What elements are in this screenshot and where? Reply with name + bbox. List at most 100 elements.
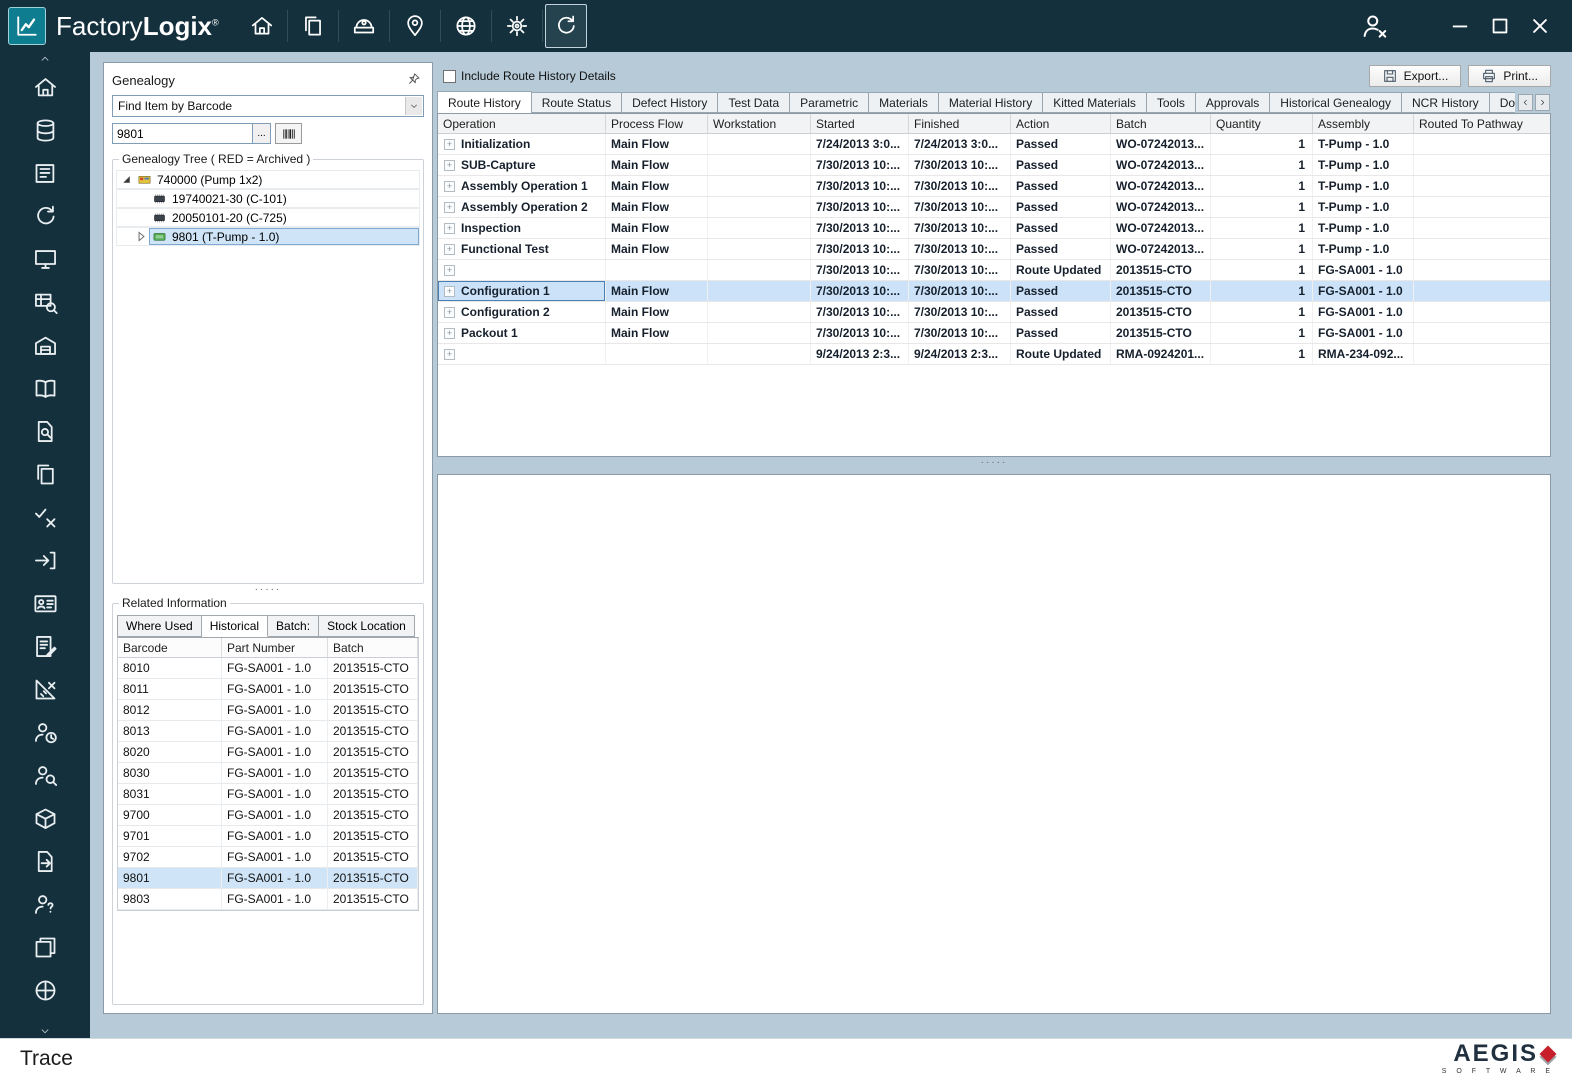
tab-approvals[interactable]: Approvals	[1196, 92, 1270, 113]
expander-collapsed-icon[interactable]	[135, 230, 148, 243]
rail-copy-pages-button[interactable]	[0, 453, 90, 496]
table-row[interactable]: +Assembly Operation 1Main Flow7/30/2013 …	[438, 176, 1550, 197]
rail-monitor-button[interactable]	[0, 238, 90, 281]
tab-defect-history[interactable]: Defect History	[622, 92, 718, 113]
expander-expanded-icon[interactable]	[120, 173, 133, 186]
titlebar-maximize-button[interactable]	[1480, 4, 1520, 48]
expand-icon[interactable]: +	[444, 349, 455, 360]
tab-route-status[interactable]: Route Status	[532, 92, 622, 113]
titlebar-minimize-button[interactable]	[1440, 4, 1480, 48]
export-button[interactable]: Export...	[1369, 65, 1462, 87]
rail-verify-button[interactable]	[0, 496, 90, 539]
rail-document-export-button[interactable]	[0, 840, 90, 883]
rail-materials-button[interactable]	[0, 109, 90, 152]
rail-book-button[interactable]	[0, 367, 90, 410]
rail-user-question-button[interactable]	[0, 883, 90, 926]
tab-documents[interactable]: Documents	[1490, 92, 1515, 113]
table-row[interactable]: +InspectionMain Flow7/30/2013 10:...7/30…	[438, 218, 1550, 239]
tree-item[interactable]: 9801 (T-Pump - 1.0)	[116, 227, 420, 246]
tab-scroll-left-button[interactable]	[1518, 94, 1533, 111]
rail-warehouse-button[interactable]	[0, 324, 90, 367]
tab-historical[interactable]: Historical	[202, 615, 268, 637]
tab-tools[interactable]: Tools	[1147, 92, 1196, 113]
table-row[interactable]: +SUB-CaptureMain Flow7/30/2013 10:...7/3…	[438, 155, 1550, 176]
grid-splitter[interactable]: ·····	[437, 457, 1551, 471]
expand-icon[interactable]: +	[444, 160, 455, 171]
genealogy-splitter[interactable]: ·····	[112, 584, 424, 596]
tab-scroll-right-button[interactable]	[1535, 94, 1550, 111]
rail-design-button[interactable]	[0, 152, 90, 195]
expand-icon[interactable]: +	[444, 181, 455, 192]
include-route-history-details-checkbox[interactable]	[443, 70, 456, 83]
rail-data-search-button[interactable]	[0, 281, 90, 324]
column-header-finished[interactable]: Finished	[909, 114, 1011, 133]
column-header-started[interactable]: Started	[811, 114, 909, 133]
column-header-operation[interactable]: Operation	[438, 114, 606, 133]
home-button[interactable]	[239, 5, 285, 47]
column-header-action[interactable]: Action	[1011, 114, 1111, 133]
column-header-assembly[interactable]: Assembly	[1313, 114, 1414, 133]
related-table-row[interactable]: 8031FG-SA001 - 1.02013515-CTO	[118, 784, 418, 805]
tab-test-data[interactable]: Test Data	[718, 92, 790, 113]
table-row[interactable]: +9/24/2013 2:3...9/24/2013 2:3...Route U…	[438, 344, 1550, 365]
related-table-row[interactable]: 9700FG-SA001 - 1.02013515-CTO	[118, 805, 418, 826]
table-row[interactable]: +Functional TestMain Flow7/30/2013 10:..…	[438, 239, 1550, 260]
browse-button[interactable]: ...	[252, 123, 271, 144]
titlebar-user-logout-button[interactable]	[1354, 4, 1394, 48]
related-table-row[interactable]: 8020FG-SA001 - 1.02013515-CTO	[118, 742, 418, 763]
related-table-row[interactable]: 9702FG-SA001 - 1.02013515-CTO	[118, 847, 418, 868]
table-row[interactable]: +InitializationMain Flow7/24/2013 3:0...…	[438, 134, 1550, 155]
table-row[interactable]: +Assembly Operation 2Main Flow7/30/2013 …	[438, 197, 1550, 218]
expand-icon[interactable]: +	[444, 244, 455, 255]
column-header-barcode[interactable]: Barcode	[118, 638, 222, 657]
tab-route-history[interactable]: Route History	[437, 91, 532, 113]
table-row[interactable]: +Packout 1Main Flow7/30/2013 10:...7/30/…	[438, 323, 1550, 344]
table-row[interactable]: +Configuration 2Main Flow7/30/2013 10:..…	[438, 302, 1550, 323]
column-header-quantity[interactable]: Quantity	[1211, 114, 1313, 133]
tab-stock-location[interactable]: Stock Location	[319, 615, 415, 637]
rail-id-card-button[interactable]	[0, 582, 90, 625]
rail-document-search-button[interactable]	[0, 410, 90, 453]
related-table-row[interactable]: 8012FG-SA001 - 1.02013515-CTO	[118, 700, 418, 721]
table-row[interactable]: +Configuration 1Main Flow7/30/2013 10:..…	[438, 281, 1550, 302]
pin-button[interactable]	[404, 70, 424, 90]
rail-measure-remove-button[interactable]	[0, 668, 90, 711]
machine-button[interactable]	[341, 5, 387, 47]
column-header-process-flow[interactable]: Process Flow	[606, 114, 708, 133]
rail-scroll-up-button[interactable]	[0, 52, 90, 66]
documents-button[interactable]	[290, 5, 336, 47]
tab-batch[interactable]: Batch:	[268, 615, 319, 637]
rail-scroll-down-button[interactable]	[0, 1024, 90, 1038]
related-table-row[interactable]: 9803FG-SA001 - 1.02013515-CTO	[118, 889, 418, 910]
related-table-row[interactable]: 9801FG-SA001 - 1.02013515-CTO	[118, 868, 418, 889]
location-button[interactable]	[392, 5, 438, 47]
column-header-routed-to-pathway[interactable]: Routed To Pathway	[1414, 114, 1551, 133]
tab-kitted-materials[interactable]: Kitted Materials	[1043, 92, 1147, 113]
rail-transfer-button[interactable]	[0, 539, 90, 582]
related-table-row[interactable]: 9701FG-SA001 - 1.02013515-CTO	[118, 826, 418, 847]
barcode-scan-button[interactable]	[275, 123, 302, 144]
web-button[interactable]	[443, 5, 489, 47]
expand-icon[interactable]: +	[444, 265, 455, 276]
expand-icon[interactable]: +	[444, 307, 455, 318]
tree-item[interactable]: 20050101-20 (C-725)	[116, 208, 420, 227]
rail-trace-button[interactable]	[0, 195, 90, 238]
table-row[interactable]: +7/30/2013 10:...7/30/2013 10:...Route U…	[438, 260, 1550, 281]
related-table-row[interactable]: 8010FG-SA001 - 1.02013515-CTO	[118, 658, 418, 679]
related-table-row[interactable]: 8013FG-SA001 - 1.02013515-CTO	[118, 721, 418, 742]
trace-button[interactable]	[545, 4, 587, 48]
titlebar-close-button[interactable]	[1520, 4, 1560, 48]
tab-where-used[interactable]: Where Used	[117, 615, 202, 637]
column-header-batch[interactable]: Batch	[328, 638, 418, 657]
tab-ncr-history[interactable]: NCR History	[1402, 92, 1490, 113]
tree-item[interactable]: 19740021-30 (C-101)	[116, 189, 420, 208]
tree-item[interactable]: 740000 (Pump 1x2)	[116, 170, 420, 189]
search-mode-dropdown[interactable]: Find Item by Barcode	[112, 95, 424, 117]
column-header-part-number[interactable]: Part Number	[222, 638, 328, 657]
tab-parametric[interactable]: Parametric	[790, 92, 869, 113]
print-button[interactable]: Print...	[1468, 65, 1551, 87]
expand-icon[interactable]: +	[444, 139, 455, 150]
tab-historical-genealogy[interactable]: Historical Genealogy	[1270, 92, 1402, 113]
rail-reports-button[interactable]	[0, 926, 90, 969]
related-table-row[interactable]: 8011FG-SA001 - 1.02013515-CTO	[118, 679, 418, 700]
